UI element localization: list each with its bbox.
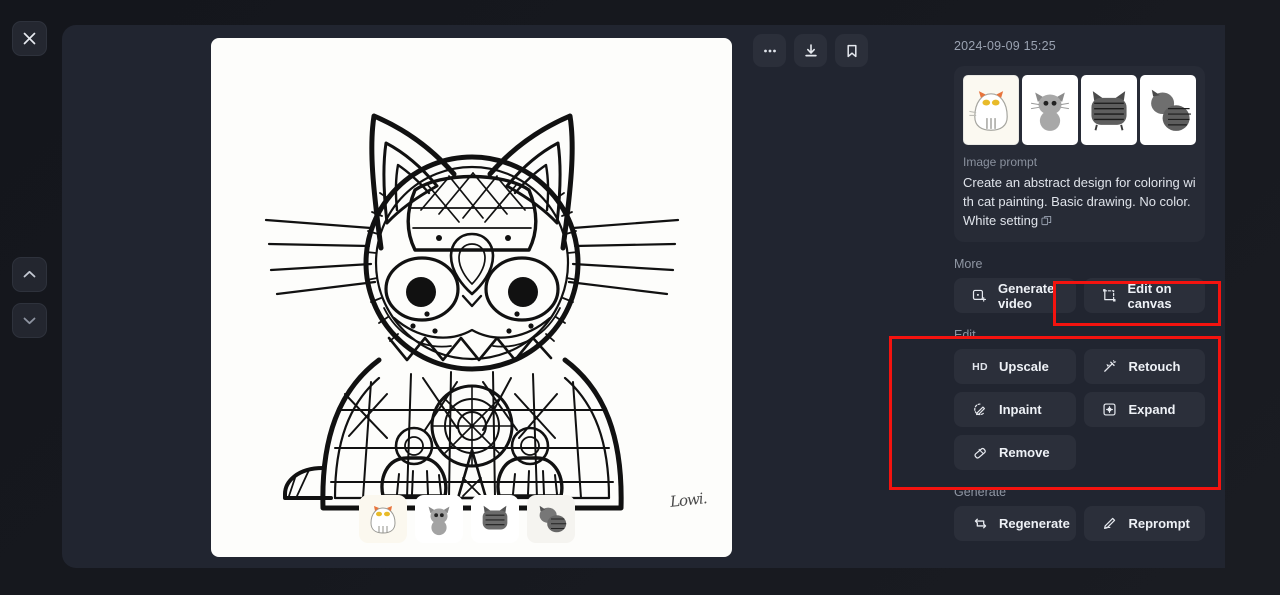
expand-label: Expand (1128, 402, 1176, 417)
upscale-label: Upscale (999, 359, 1049, 374)
next-image-button[interactable] (12, 303, 47, 338)
section-title-edit: Edit (954, 328, 976, 342)
close-icon (23, 32, 36, 45)
image-viewer: Lowi. (62, 25, 890, 568)
result-thumb-4[interactable] (1140, 75, 1196, 145)
more-horizontal-icon (763, 49, 776, 52)
cat-thumbnail-icon (1091, 91, 1127, 131)
prompt-text-value: Create an abstract design for coloring w… (963, 175, 1196, 228)
close-button[interactable] (12, 21, 47, 56)
result-thumbnails (963, 75, 1196, 145)
bookmark-icon (846, 44, 857, 57)
eraser-icon (972, 445, 988, 460)
result-thumb-1[interactable] (963, 75, 1019, 145)
chevron-up-icon (23, 270, 36, 278)
filmstrip-thumb-3[interactable] (471, 495, 519, 543)
section-title-more: More (954, 257, 983, 271)
upscale-button[interactable]: HD Upscale (954, 349, 1076, 384)
retouch-button[interactable]: Retouch (1083, 349, 1205, 384)
cat-thumbnail-icon (1151, 89, 1191, 131)
left-rail (0, 0, 62, 595)
remove-button[interactable]: Remove (954, 435, 1076, 470)
prompt-label: Image prompt (963, 155, 1038, 169)
generate-video-button[interactable]: Generate video (954, 278, 1076, 313)
more-buttons: Generate video Edit on canvas (954, 278, 1205, 313)
timestamp: 2024-09-09 15:25 (954, 39, 1056, 53)
magic-wand-icon (1102, 359, 1118, 374)
remove-label: Remove (999, 445, 1050, 460)
generate-buttons: Regenerate Reprompt (954, 506, 1205, 541)
reprompt-button[interactable]: Reprompt (1083, 506, 1205, 541)
retouch-label: Retouch (1128, 359, 1181, 374)
regenerate-button[interactable]: Regenerate (954, 506, 1076, 541)
detail-panel: Lowi. 2024-09-09 15:25 Image prompt Crea… (62, 25, 1225, 568)
chevron-down-icon (23, 317, 36, 325)
cat-thumbnail-icon (969, 91, 1008, 131)
download-icon (804, 43, 817, 56)
pencil-icon (1102, 516, 1118, 531)
cat-thumbnail-icon (539, 505, 567, 533)
download-button[interactable] (794, 34, 827, 67)
generate-video-label: Generate video (998, 280, 1055, 311)
inpaint-brush-icon (972, 402, 988, 417)
main-image[interactable]: Lowi. (211, 38, 732, 557)
cat-thumbnail-icon (482, 505, 508, 530)
prompt-card: Image prompt Create an abstract design f… (954, 66, 1205, 242)
hd-icon: HD (972, 360, 988, 373)
filmstrip-thumb-4[interactable] (527, 495, 575, 543)
viewer-toolbar (753, 34, 868, 67)
copy-icon[interactable] (1041, 212, 1052, 231)
inpaint-button[interactable]: Inpaint (954, 392, 1076, 427)
bookmark-button[interactable] (835, 34, 868, 67)
refresh-icon (972, 516, 988, 531)
previous-image-button[interactable] (12, 257, 47, 292)
edit-on-canvas-button[interactable]: Edit on canvas (1083, 278, 1205, 313)
expand-icon (1102, 402, 1118, 417)
inpaint-label: Inpaint (999, 402, 1042, 417)
result-thumb-3[interactable] (1081, 75, 1137, 145)
edit-buttons: HD Upscale Retouch Inpaint Expand Remove (954, 349, 1205, 470)
cat-thumbnail-icon (370, 506, 396, 534)
more-options-button[interactable] (753, 34, 786, 67)
canvas-crop-icon (1102, 288, 1117, 303)
edit-on-canvas-label: Edit on canvas (1127, 280, 1172, 311)
regenerate-label: Regenerate (999, 516, 1070, 531)
app-root: Lowi. 2024-09-09 15:25 Image prompt Crea… (0, 0, 1280, 595)
result-thumb-2[interactable] (1022, 75, 1078, 145)
variation-filmstrip (359, 495, 575, 543)
prompt-text: Create an abstract design for coloring w… (963, 173, 1196, 231)
expand-button[interactable]: Expand (1083, 392, 1205, 427)
artwork-signature: Lowi. (668, 489, 707, 511)
filmstrip-thumb-2[interactable] (415, 495, 463, 543)
section-title-generate: Generate (954, 485, 1007, 499)
details-sidebar: 2024-09-09 15:25 Image prompt Create an … (890, 25, 1225, 568)
cat-thumbnail-icon (428, 506, 450, 536)
cat-thumbnail-icon (1031, 92, 1069, 131)
zentangle-cat-artwork (264, 113, 680, 511)
reprompt-label: Reprompt (1128, 516, 1190, 531)
filmstrip-thumb-1[interactable] (359, 495, 407, 543)
video-frame-icon (972, 288, 987, 303)
